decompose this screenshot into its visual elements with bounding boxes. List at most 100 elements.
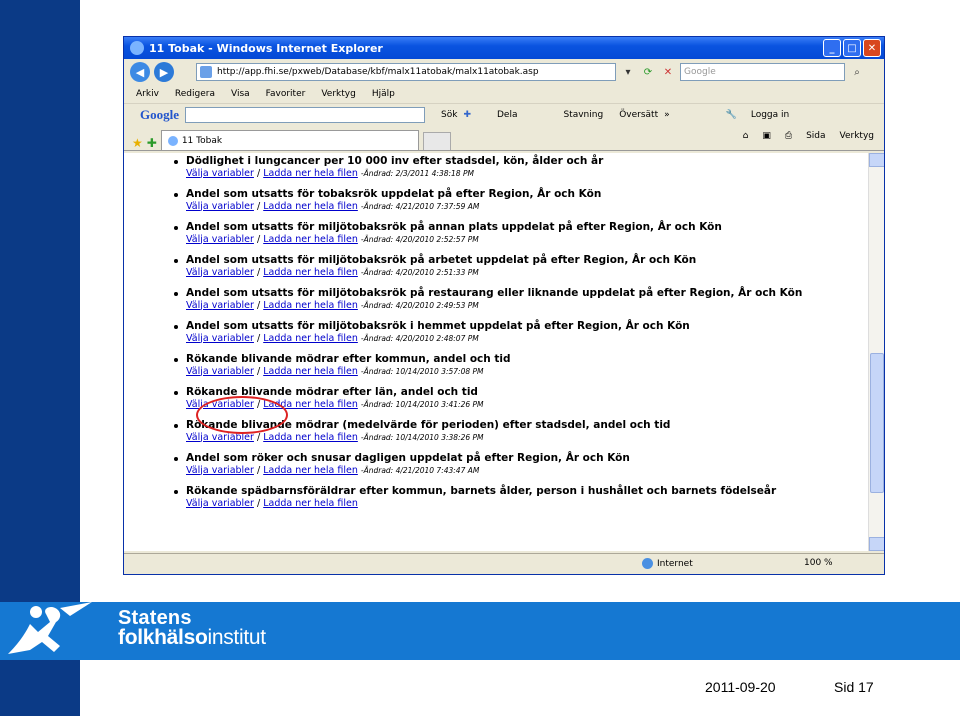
footer-page-number: Sid 17 — [834, 679, 874, 695]
table-title: Andel som röker och snusar dagligen uppd… — [186, 452, 630, 464]
link-separator: / — [256, 431, 261, 443]
menu-visa[interactable]: Visa — [231, 89, 250, 99]
download-file-link[interactable]: Ladda ner hela filen — [263, 201, 358, 212]
bookmark-icon[interactable]: ✚ — [463, 110, 471, 120]
google-logo: Google — [140, 106, 179, 122]
choose-variables-link[interactable]: Välja variabler — [186, 267, 254, 278]
choose-variables-link[interactable]: Välja variabler — [186, 333, 254, 344]
minimize-button[interactable]: _ — [823, 39, 841, 57]
menu-redigera[interactable]: Redigera — [175, 89, 215, 99]
choose-variables-link[interactable]: Välja variabler — [186, 498, 254, 509]
choose-variables-link[interactable]: Välja variabler — [186, 201, 254, 212]
search-icon[interactable]: ⌕ — [849, 64, 865, 80]
table-title: Rökande blivande mödrar efter kommun, an… — [186, 353, 511, 365]
download-file-link[interactable]: Ladda ner hela filen — [263, 300, 358, 311]
choose-variables-link[interactable]: Välja variabler — [186, 366, 254, 377]
download-file-link[interactable]: Ladda ner hela filen — [263, 168, 358, 179]
link-separator: / — [256, 365, 261, 377]
tab-bar: ★ ✚ 11 Tobak ⌂ ▣ ⎙ Sida Verktyg — [124, 125, 884, 151]
download-file-link[interactable]: Ladda ner hela filen — [263, 465, 358, 476]
stop-icon[interactable]: ✕ — [660, 64, 676, 80]
table-title: Dödlighet i lungcancer per 10 000 inv ef… — [186, 155, 604, 167]
menu-verktyg[interactable]: Verktyg — [321, 89, 355, 99]
globe-icon — [642, 558, 653, 569]
list-item: Andel som utsatts för miljötobaksrök på … — [174, 221, 868, 246]
tab-ie-icon — [167, 135, 178, 146]
dropdown-icon[interactable]: ▾ — [620, 64, 636, 80]
download-file-link[interactable]: Ladda ner hela filen — [263, 366, 358, 377]
scroll-thumb[interactable] — [870, 353, 884, 493]
login-button[interactable]: Logga in — [751, 110, 789, 120]
changed-date: -Ändrad: 4/20/2010 2:49:53 PM — [360, 300, 479, 310]
address-input[interactable]: http://app.fhi.se/pxweb/Database/kbf/mal… — [196, 63, 616, 81]
menu-hjalp[interactable]: Hjälp — [372, 89, 395, 99]
forward-button[interactable]: ▶ — [154, 62, 174, 82]
highlight-circle — [196, 396, 288, 434]
share-button[interactable]: Dela — [497, 110, 517, 120]
google-search-button[interactable]: Sök — [441, 110, 457, 120]
list-item: Rökande blivande mödrar efter län, andel… — [174, 386, 868, 412]
table-links: Välja variabler / Ladda ner hela filen -… — [186, 399, 868, 412]
ie-icon — [130, 41, 144, 55]
list-item: Rökande blivande mödrar (medelvärde för … — [174, 419, 868, 445]
table-links: Välja variabler / Ladda ner hela filen -… — [186, 201, 868, 214]
scroll-down-icon[interactable] — [869, 537, 884, 551]
google-search-input[interactable] — [185, 106, 425, 123]
link-separator: / — [256, 299, 261, 311]
tools-menu[interactable]: Verktyg — [840, 131, 874, 141]
spell-check-button[interactable]: Stavning — [563, 110, 603, 120]
maximize-button[interactable]: □ — [843, 39, 861, 57]
download-file-link[interactable]: Ladda ner hela filen — [263, 234, 358, 245]
link-separator: / — [256, 167, 261, 179]
translate-button[interactable]: Översätt — [619, 110, 658, 120]
print-icon[interactable]: ⎙ — [785, 131, 792, 141]
menu-bar: Arkiv Redigera Visa Favoriter Verktyg Hj… — [124, 85, 884, 103]
status-zone: Internet — [657, 558, 693, 569]
home-icon[interactable]: ⌂ — [743, 131, 749, 141]
menu-favoriter[interactable]: Favoriter — [266, 89, 306, 99]
choose-variables-link[interactable]: Välja variabler — [186, 465, 254, 476]
wrench-icon[interactable]: 🔧 — [726, 110, 737, 120]
tab-11-tobak[interactable]: 11 Tobak — [160, 130, 419, 150]
page-content: Dödlighet i lungcancer per 10 000 inv ef… — [124, 153, 868, 551]
table-links: Välja variabler / Ladda ner hela filen -… — [186, 432, 868, 445]
list-item: Andel som utsatts för miljötobaksrök på … — [174, 254, 868, 279]
choose-variables-link[interactable]: Välja variabler — [186, 234, 254, 245]
refresh-icon[interactable]: ⟳ — [640, 64, 656, 80]
changed-date: -Ändrad: 10/14/2010 3:41:26 PM — [360, 399, 484, 409]
favorites-star-icon[interactable]: ★ — [132, 136, 143, 150]
list-item: Andel som röker och snusar dagligen uppd… — [174, 452, 868, 477]
table-list: Dödlighet i lungcancer per 10 000 inv ef… — [124, 153, 868, 510]
add-favorite-icon[interactable]: ✚ — [147, 136, 157, 150]
zoom-level[interactable]: 100 % — [804, 558, 833, 568]
link-separator: / — [256, 200, 261, 212]
vertical-scrollbar[interactable] — [868, 153, 884, 551]
scroll-up-icon[interactable] — [869, 153, 884, 167]
choose-variables-link[interactable]: Välja variabler — [186, 300, 254, 311]
more-icon[interactable]: » — [664, 110, 670, 120]
download-file-link[interactable]: Ladda ner hela filen — [263, 333, 358, 344]
changed-date: -Ändrad: 2/3/2011 4:38:18 PM — [360, 168, 474, 178]
close-button[interactable]: ✕ — [863, 39, 881, 57]
logo-line2: folkhälsoinstitut — [118, 626, 266, 649]
choose-variables-link[interactable]: Välja variabler — [186, 168, 254, 179]
download-file-link[interactable]: Ladda ner hela filen — [263, 432, 358, 443]
table-links: Välja variabler / Ladda ner hela filen -… — [186, 333, 868, 346]
download-file-link[interactable]: Ladda ner hela filen — [263, 498, 358, 509]
menu-arkiv[interactable]: Arkiv — [136, 89, 159, 99]
download-file-link[interactable]: Ladda ner hela filen — [263, 267, 358, 278]
link-separator: / — [256, 332, 261, 344]
page-icon — [200, 66, 212, 78]
logo-line1: Statens — [118, 607, 192, 629]
table-title: Rökande blivande mödrar efter län, andel… — [186, 386, 478, 398]
feed-icon[interactable]: ▣ — [762, 131, 771, 141]
search-input[interactable]: Google — [680, 63, 845, 81]
table-title: Andel som utsatts för miljötobaksrök på … — [186, 287, 803, 299]
title-bar: 11 Tobak - Windows Internet Explorer _ □… — [124, 37, 884, 59]
table-links: Välja variabler / Ladda ner hela filen — [186, 498, 868, 511]
table-title: Andel som utsatts för miljötobaksrök i h… — [186, 320, 690, 332]
new-tab-button[interactable] — [422, 132, 451, 150]
address-toolbar: ◀ ▶ http://app.fhi.se/pxweb/Database/kbf… — [124, 59, 884, 85]
back-button[interactable]: ◀ — [130, 62, 150, 82]
page-menu[interactable]: Sida — [806, 131, 825, 141]
